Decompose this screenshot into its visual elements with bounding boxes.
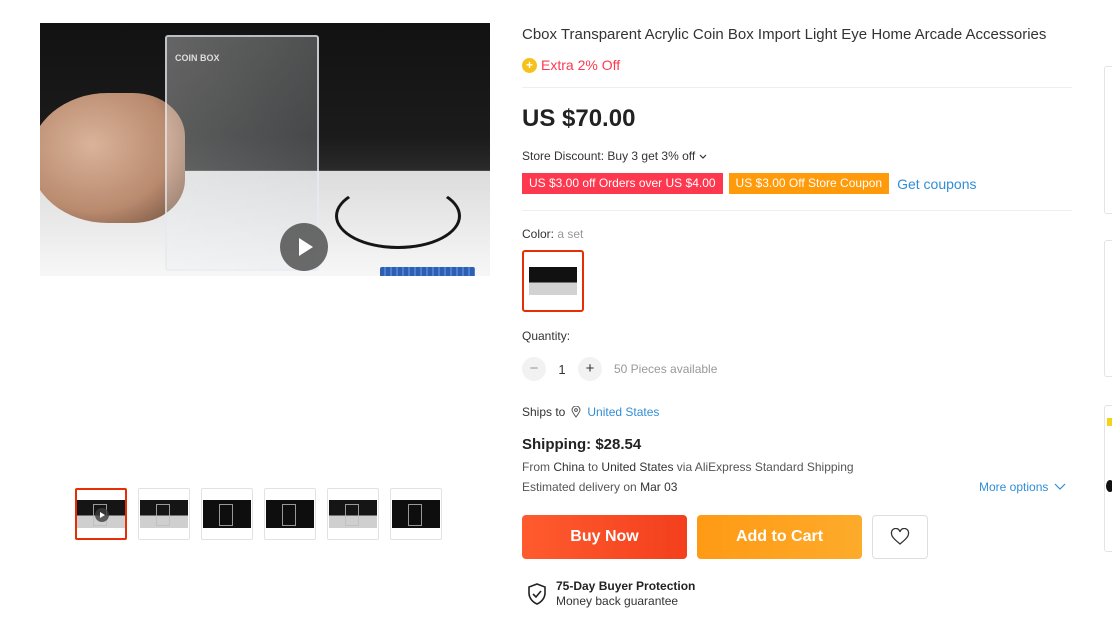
color-label-text: Color: [522, 227, 555, 241]
more-options-link[interactable]: More options [979, 480, 1066, 494]
coin-icon: + [522, 57, 537, 73]
thumbnail-2[interactable] [138, 488, 190, 540]
add-to-cart-button[interactable]: Add to Cart [697, 515, 862, 559]
to-country: United States [601, 460, 674, 474]
extra-offer: + Extra 2% Off [522, 57, 620, 73]
divider [522, 210, 1072, 211]
side-badge [1107, 418, 1112, 426]
chevron-down-icon [699, 154, 707, 159]
ships-to-country[interactable]: United States [587, 405, 659, 419]
ships-to-label: Ships to [522, 405, 566, 419]
video-play-icon [95, 508, 109, 522]
color-swatch-a-set[interactable] [522, 250, 584, 312]
store-discount-value: Buy 3 get 3% off [607, 149, 696, 163]
play-icon[interactable] [280, 223, 328, 271]
quantity-decrease-button[interactable]: − [522, 357, 546, 381]
quantity-label: Quantity: [522, 329, 571, 343]
location-pin-icon [571, 406, 581, 418]
heart-icon [890, 528, 910, 545]
get-coupons-link[interactable]: Get coupons [897, 176, 976, 192]
product-title: Cbox Transparent Acrylic Coin Box Import… [522, 26, 1047, 43]
chevron-down-icon [1054, 483, 1066, 490]
hand-image [40, 93, 185, 223]
thumbnail-image [392, 500, 440, 528]
coupon-order-discount[interactable]: US $3.00 off Orders over US $4.00 [522, 173, 723, 194]
from-label: From [522, 460, 550, 474]
side-panel-edge [1104, 405, 1112, 552]
quantity-value[interactable]: 1 [546, 362, 578, 377]
to-label: to [588, 460, 599, 474]
estimated-label: Estimated delivery on [522, 480, 637, 494]
protection-title: 75-Day Buyer Protection [556, 579, 696, 593]
divider [522, 87, 1072, 88]
wishlist-button[interactable] [872, 515, 928, 559]
thumbnail-image [266, 500, 314, 528]
side-dot [1106, 480, 1112, 492]
product-price: US $70.00 [522, 105, 636, 132]
protection-text: 75-Day Buyer Protection Money back guara… [556, 579, 695, 609]
more-options-text: More options [979, 480, 1049, 494]
quantity-stepper: − 1 + 50 Pieces available [522, 357, 717, 381]
stock-available: 50 Pieces available [614, 362, 718, 376]
ships-to: Ships to United States [522, 405, 659, 419]
thumbnail-3[interactable] [201, 488, 253, 540]
store-discount[interactable]: Store Discount: Buy 3 get 3% off [522, 149, 707, 163]
estimated-delivery: Estimated delivery on Mar 03 [522, 480, 677, 494]
cable-image [335, 183, 461, 249]
extra-offer-text: Extra 2% Off [541, 57, 621, 73]
buy-now-button[interactable]: Buy Now [522, 515, 687, 559]
color-label: Color: a set [522, 227, 583, 241]
shipping-route: From China to United States via AliExpre… [522, 460, 854, 474]
color-value: a set [557, 227, 584, 241]
quantity-increase-button[interactable]: + [578, 357, 602, 381]
coupon-row: US $3.00 off Orders over US $4.00 US $3.… [522, 173, 976, 194]
from-country: China [553, 460, 585, 474]
thumbnail-image [329, 500, 377, 528]
estimated-date: Mar 03 [640, 480, 678, 494]
main-product-video[interactable]: COIN BOX [40, 23, 490, 276]
thumbnail-1[interactable] [75, 488, 127, 540]
thumbnail-image [140, 500, 188, 528]
shipping-method: via AliExpress Standard Shipping [676, 460, 854, 474]
connector-image [380, 267, 475, 276]
coupon-store[interactable]: US $3.00 Off Store Coupon [728, 173, 890, 194]
coin-box-label: COIN BOX [175, 53, 220, 63]
shield-check-icon [528, 583, 546, 605]
side-panel-edge [1104, 240, 1112, 377]
buyer-protection: 75-Day Buyer Protection Money back guara… [526, 579, 695, 609]
thumbnail-strip [75, 488, 442, 540]
thumbnail-6[interactable] [390, 488, 442, 540]
swatch-image [529, 267, 577, 295]
thumbnail-image [203, 500, 251, 528]
side-panel-edge [1104, 66, 1112, 214]
thumbnail-5[interactable] [327, 488, 379, 540]
thumbnail-4[interactable] [264, 488, 316, 540]
store-discount-label: Store Discount: [522, 149, 605, 163]
protection-subtitle: Money back guarantee [556, 594, 679, 608]
shipping-cost: Shipping: $28.54 [522, 436, 642, 453]
